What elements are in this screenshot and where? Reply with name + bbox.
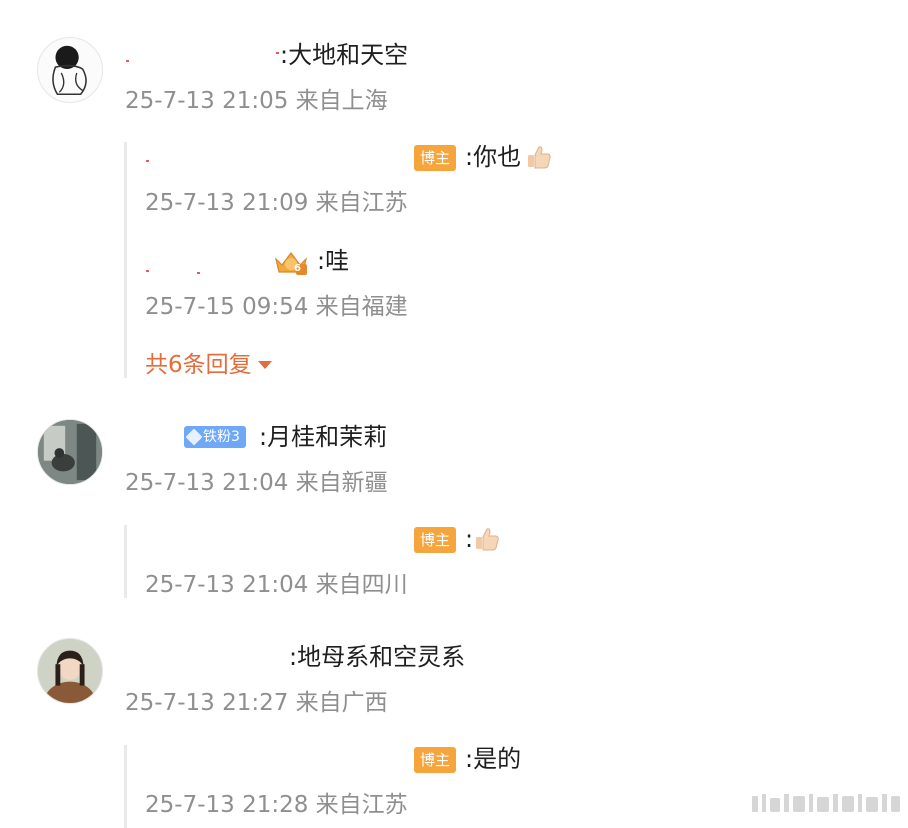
watermark-logo <box>752 794 900 812</box>
owner-badge: 博主 <box>414 747 457 773</box>
username-mark <box>276 52 279 54</box>
reply-meta: 25-7-13 21:04 来自四川 <box>145 572 408 598</box>
comment-meta: 25-7-13 21:27 来自广西 <box>125 690 388 716</box>
reply-thread-line <box>124 525 127 598</box>
thumbs-up-icon <box>528 146 551 169</box>
diamond-icon <box>185 428 203 446</box>
owner-badge: 博主 <box>414 527 457 553</box>
avatar[interactable] <box>37 419 103 485</box>
more-replies-link[interactable]: 共6条回复 <box>145 350 272 380</box>
comment-meta: 25-7-13 21:05 来自上海 <box>125 88 388 114</box>
reply-text: : <box>465 525 474 553</box>
owner-badge: 博主 <box>414 145 457 171</box>
fan-badge: 铁粉3 <box>184 426 246 448</box>
username-mark <box>126 60 129 62</box>
reply-meta: 25-7-15 09:54 来自福建 <box>145 294 408 320</box>
comment-text: :月桂和茉莉 <box>259 423 388 451</box>
reply-text: :你也 <box>465 143 522 171</box>
reply-meta: 25-7-13 21:28 来自江苏 <box>145 792 408 818</box>
comment-text: :大地和天空 <box>280 41 409 69</box>
username-mark <box>146 270 149 272</box>
username-mark <box>146 160 149 162</box>
crown-level: 6 <box>294 263 301 274</box>
avatar[interactable] <box>37 37 103 103</box>
more-replies-label[interactable]: 共6条回复 <box>145 352 252 378</box>
thumbs-up-icon <box>476 528 499 551</box>
reply-thread-line <box>124 142 127 378</box>
crown-badge-icon <box>274 252 308 275</box>
reply-text: :哇 <box>317 247 350 275</box>
reply-thread-line <box>124 745 127 828</box>
comment-meta: 25-7-13 21:04 来自新疆 <box>125 470 388 496</box>
caret-down-icon[interactable] <box>257 361 272 369</box>
reply-text: :是的 <box>465 745 522 773</box>
comment-text: :地母系和空灵系 <box>289 643 466 671</box>
avatar[interactable] <box>37 638 103 704</box>
reply-meta: 25-7-13 21:09 来自江苏 <box>145 190 408 216</box>
username-mark <box>197 272 200 274</box>
fan-badge-label: 铁粉3 <box>203 429 240 445</box>
